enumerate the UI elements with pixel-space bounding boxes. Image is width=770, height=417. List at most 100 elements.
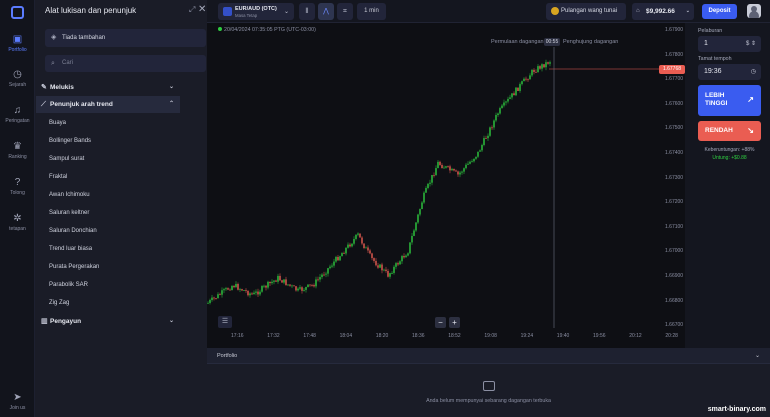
candle-body	[217, 294, 219, 299]
candle-body	[385, 269, 387, 271]
chart-type-button[interactable]: ⫴	[299, 3, 315, 20]
asset-selector[interactable]: EUR/AUD (OTC) Masa Tetap ⌄	[218, 3, 294, 20]
candle-body	[415, 222, 417, 231]
chevron-up-icon: ⌃	[168, 101, 174, 107]
higher-button[interactable]: LEBIH TINGGI ↗	[698, 85, 761, 116]
candle-body	[417, 214, 419, 223]
indicator-item[interactable]: Buaya	[49, 120, 66, 126]
price-chart[interactable]: 20/04/2024 07:35:05 PTG (UTC-03:00) Perm…	[207, 23, 685, 348]
rail-item-settings[interactable]: ✲ tetapan	[0, 213, 35, 232]
candle-body	[517, 87, 519, 91]
candle-body	[419, 209, 421, 215]
candle-body	[271, 281, 273, 284]
price-tick: 1.67500	[665, 125, 684, 132]
rail-item-label: Tolong	[10, 190, 25, 196]
candle-body	[293, 285, 295, 287]
candle-body	[533, 69, 535, 72]
candle-body	[547, 62, 549, 64]
deposit-button[interactable]: Deposit	[702, 4, 737, 19]
candle-body	[403, 256, 405, 258]
candle-body	[275, 280, 277, 282]
section-drawing[interactable]: ✎ Melukis ⌄	[36, 79, 180, 96]
candle-body	[345, 247, 347, 254]
fullscreen-icon[interactable]: ⤢	[189, 5, 195, 15]
candle-body	[511, 93, 513, 98]
clock-icon: ◷	[13, 69, 22, 80]
candle-body	[405, 255, 407, 258]
section-trend-indicators[interactable]: ⟋ Penunjuk arah trend ⌃	[36, 96, 180, 113]
candle-body	[393, 266, 395, 273]
candle-body	[399, 261, 401, 265]
indicator-item[interactable]: Purata Pergerakan	[49, 264, 99, 270]
candle-body	[531, 69, 533, 76]
expiry-value: 19:36	[704, 68, 722, 75]
candle-body	[259, 291, 261, 295]
candle-body	[343, 253, 345, 254]
candle-body	[449, 166, 451, 171]
lower-button[interactable]: RENDAH ↘	[698, 121, 761, 141]
bell-icon: ♫	[13, 105, 22, 116]
indicator-item[interactable]: Awan Ichimoku	[49, 192, 90, 198]
indicator-item[interactable]: Fraktal	[49, 174, 67, 180]
zoom-in-button[interactable]: +	[449, 317, 460, 328]
indicator-item[interactable]: Saluran keltner	[49, 210, 89, 216]
chevron-down-icon: ⌄	[168, 318, 174, 324]
rail-item-ranking[interactable]: ♛ Ranking	[0, 141, 35, 160]
expiry-input[interactable]: 19:36 ◷	[698, 64, 761, 80]
indicator-item[interactable]: Trend luar biasa	[49, 246, 92, 252]
candle-body	[391, 272, 393, 274]
candle-body	[221, 290, 223, 295]
zoom-out-button[interactable]: −	[435, 317, 446, 328]
current-price-tag: 1.67768	[659, 65, 685, 74]
balance-value: $9,992.66	[646, 8, 675, 15]
candle-body	[515, 87, 517, 96]
pencil-icon: ✎	[41, 84, 47, 91]
drawing-tools-button[interactable]: ⌗	[337, 3, 353, 20]
candle-body	[233, 286, 235, 288]
indicator-item[interactable]: Zig Zag	[49, 300, 69, 306]
candle-body	[407, 253, 409, 256]
price-tick: 1.66900	[665, 273, 684, 279]
close-icon[interactable]: ✕	[198, 4, 206, 15]
price-tick: 1.66800	[665, 297, 684, 304]
candle-body	[383, 269, 385, 271]
bars-icon: ▥	[41, 318, 48, 325]
candle-body	[433, 175, 435, 176]
candle-body	[545, 62, 547, 68]
portfolio-header[interactable]: Portfolio ⌄	[207, 348, 770, 364]
indicator-item[interactable]: Sampul surat	[49, 156, 84, 162]
cashback-button[interactable]: Pulangan wang tunai	[546, 3, 626, 20]
rail-item-help[interactable]: ? Tolong	[0, 177, 35, 196]
amount-input[interactable]: 1 $ ⇕	[698, 36, 761, 52]
price-tick: 1.67200	[665, 199, 684, 206]
candle-body	[239, 289, 241, 290]
avatar[interactable]	[747, 4, 761, 18]
indicators-button[interactable]: ⋀	[318, 3, 334, 20]
indicator-item[interactable]: Parabolik SAR	[49, 282, 88, 288]
chevron-down-icon: ⌄	[685, 8, 690, 14]
candle-body	[475, 156, 477, 159]
balance-selector[interactable]: ⌂ $9,992.66 ⌄	[632, 3, 694, 20]
candle-body	[467, 163, 469, 165]
candle-body	[307, 284, 309, 287]
indicator-item[interactable]: Saluran Donchian	[49, 228, 97, 234]
candle-body	[401, 256, 403, 262]
payout-percent: Keberuntungan: +88%	[704, 147, 755, 153]
candle-body	[411, 235, 413, 243]
chart-settings-icon[interactable]: ☰	[218, 316, 232, 328]
candle-body	[549, 62, 551, 64]
search-input[interactable]: ⌕ Cari	[45, 55, 206, 72]
join-us-link[interactable]: ➤ Join us	[0, 392, 35, 411]
candle-body	[377, 265, 379, 268]
timeframe-button[interactable]: 1 min	[357, 3, 386, 20]
price-tick: 1.66700	[665, 322, 684, 329]
indicator-item[interactable]: Bollinger Bands	[49, 138, 91, 144]
candle-body	[213, 297, 215, 299]
rail-item-history[interactable]: ◷ Sejarah	[0, 69, 35, 88]
rail-item-alerts[interactable]: ♫ Peringatan	[0, 105, 35, 124]
section-oscillators[interactable]: ▥ Pengayun ⌄	[36, 313, 180, 330]
candle-body	[537, 66, 539, 73]
rail-item-portfolio[interactable]: ▣ Portfolio	[0, 34, 35, 53]
candle-body	[329, 266, 331, 269]
candle-body	[371, 253, 373, 259]
